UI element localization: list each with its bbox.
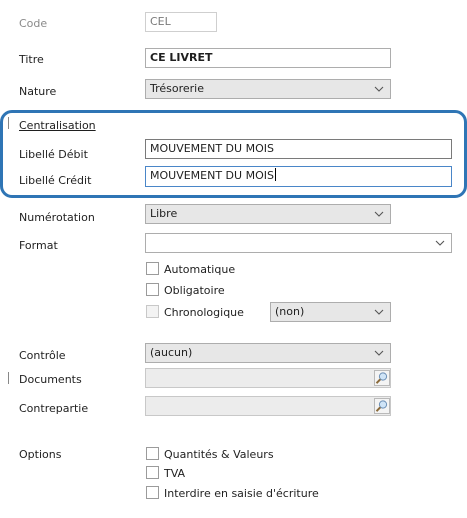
documents-label: Documents [19,373,82,386]
numerotation-label: Numérotation [19,211,95,224]
contrepartie-label: Contrepartie [19,402,89,415]
chevron-down-icon [373,344,385,362]
controle-select[interactable]: (aucun) [145,343,391,363]
libelle-credit-label: Libellé Crédit [19,174,92,187]
nature-select[interactable]: Trésorerie [145,79,391,99]
titre-field[interactable]: CE LIVRET [145,48,391,68]
code-field[interactable]: CEL [145,12,217,32]
search-lookup-icon[interactable] [374,370,390,386]
centralisation-header[interactable]: Centralisation [19,119,96,132]
chronologique-label: Chronologique [164,306,244,319]
obligatoire-checkbox[interactable] [146,283,159,296]
tva-checkbox[interactable] [146,466,159,479]
chronologique-checkbox[interactable] [146,305,159,318]
numerotation-select[interactable]: Libre [145,204,391,224]
nature-value: Trésorerie [150,82,205,95]
section-marker [8,117,13,129]
chronologique-value: (non) [275,305,305,318]
format-select[interactable] [145,233,452,253]
titre-label: Titre [19,53,44,66]
chevron-down-icon [373,205,385,223]
code-label: Code [19,17,48,30]
libelle-credit-field[interactable]: MOUVEMENT DU MOIS [145,166,452,187]
quantites-valeurs-checkbox[interactable] [146,447,159,460]
interdire-saisie-label: Interdire en saisie d'écriture [164,487,319,500]
interdire-saisie-checkbox[interactable] [146,486,159,499]
quantites-valeurs-label: Quantités & Valeurs [164,448,274,461]
search-lookup-icon[interactable] [374,398,390,414]
chevron-down-icon [373,303,385,321]
section-marker [8,372,13,384]
automatique-label: Automatique [164,263,236,276]
tva-label: TVA [164,467,186,480]
numerotation-value: Libre [150,207,178,220]
automatique-checkbox[interactable] [146,262,159,275]
options-label: Options [19,448,62,461]
controle-label: Contrôle [19,349,66,362]
obligatoire-label: Obligatoire [164,284,225,297]
nature-label: Nature [19,85,57,98]
contrepartie-field[interactable] [145,396,391,416]
libelle-credit-value: MOUVEMENT DU MOIS [150,169,274,182]
chronologique-select[interactable]: (non) [270,302,391,322]
chevron-down-icon [434,234,446,252]
controle-value: (aucun) [150,346,193,359]
libelle-debit-label: Libellé Débit [19,148,88,161]
documents-field[interactable] [145,368,391,388]
chevron-down-icon [373,80,385,98]
libelle-debit-field[interactable]: MOUVEMENT DU MOIS [145,139,452,159]
format-label: Format [19,239,58,252]
text-caret [274,168,276,181]
